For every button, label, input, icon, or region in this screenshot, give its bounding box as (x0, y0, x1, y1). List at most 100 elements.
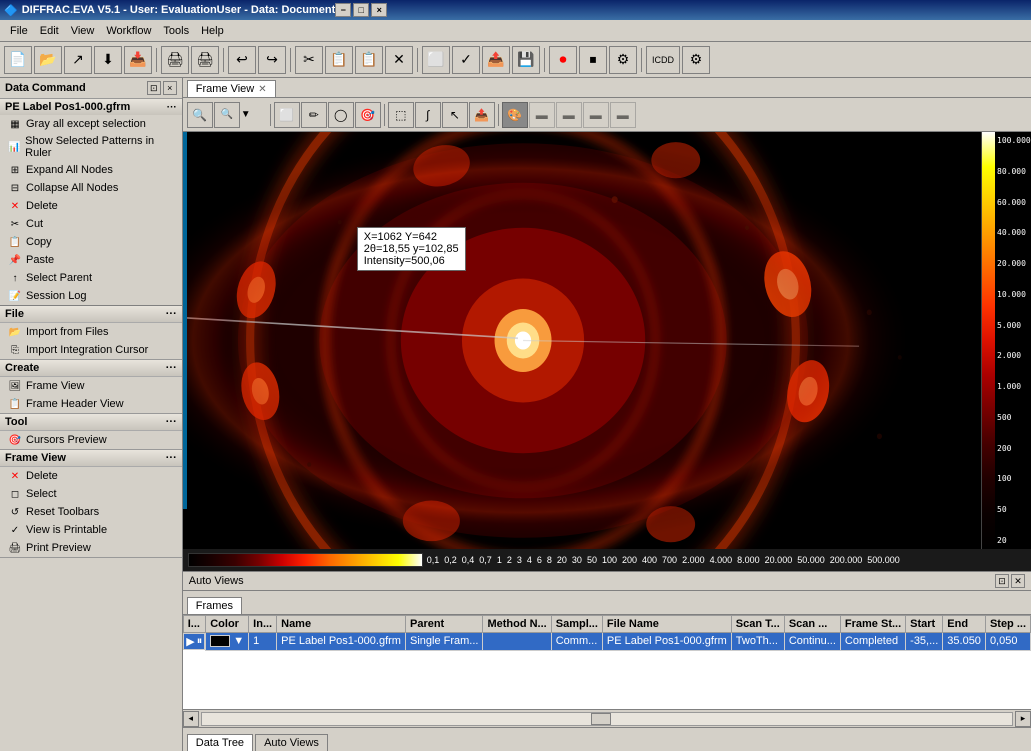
auto-views-tab[interactable]: Auto Views (255, 734, 328, 751)
create-more-btn[interactable]: ··· (166, 362, 177, 374)
menu-item-copy[interactable]: 📋 Copy (0, 233, 182, 251)
ftb-rect-select[interactable]: ⬚ (388, 102, 414, 128)
col-name[interactable]: Name (277, 616, 406, 633)
col-i[interactable]: I... (183, 616, 205, 633)
menu-item-import-cursor[interactable]: ⎘ Import Integration Cursor (0, 341, 182, 359)
scroll-thumb[interactable] (591, 713, 611, 725)
frame-view-tab[interactable]: Frame View ✕ (187, 80, 276, 97)
col-parent[interactable]: Parent (405, 616, 482, 633)
ftb-integrate[interactable]: ∫ (415, 102, 441, 128)
menu-item-session-log[interactable]: 📝 Session Log (0, 287, 182, 305)
menu-item-select-parent[interactable]: ↑ Select Parent (0, 269, 182, 287)
ftb-zoom-out[interactable]: 🔍 (214, 102, 240, 128)
data-tree-tab[interactable]: Data Tree (187, 734, 253, 751)
minimize-button[interactable]: − (335, 3, 351, 17)
menu-edit[interactable]: Edit (34, 23, 65, 39)
menu-item-import-files[interactable]: 📂 Import from Files (0, 323, 182, 341)
ftb-bar2[interactable]: ▬ (556, 102, 582, 128)
color-dropdown-btn[interactable]: ▼ (233, 635, 244, 647)
tb-settings[interactable]: ⚙ (609, 46, 637, 74)
ftb-pencil[interactable]: ✏ (301, 102, 327, 128)
menu-workflow[interactable]: Workflow (100, 23, 157, 39)
table-row[interactable]: ▶ ⏸ ▼ 1 PE Label Pos1-000.gfrm (183, 633, 1030, 651)
tb-import[interactable]: 📥 (124, 46, 152, 74)
play-btn[interactable]: ▶ (186, 635, 194, 648)
pe-label-more-btn[interactable]: ··· (167, 102, 177, 113)
menu-item-fv-print-preview[interactable]: 🖨 Print Preview (0, 539, 182, 557)
diff-canvas-container[interactable]: X=1062 Y=642 2θ=18,55 y=102,85 Intensity… (187, 132, 981, 549)
tb-save[interactable]: 💾 (512, 46, 540, 74)
menu-item-expand[interactable]: ⊞ Expand All Nodes (0, 161, 182, 179)
menu-item-paste[interactable]: 📌 Paste (0, 251, 182, 269)
ftb-bar4[interactable]: ▬ (610, 102, 636, 128)
ftb-dropdown[interactable]: ▼ (241, 102, 267, 128)
tb-btn3[interactable]: ↗ (64, 46, 92, 74)
ftb-circle[interactable]: ◯ (328, 102, 354, 128)
menu-item-frame-view[interactable]: 🖼 Frame View (0, 377, 182, 395)
frames-tab[interactable]: Frames (187, 597, 242, 614)
frames-table-container[interactable]: I... Color In... Name Parent Method N...… (183, 615, 1031, 709)
scroll-track[interactable] (201, 712, 1013, 726)
col-scant[interactable]: Scan T... (731, 616, 784, 633)
menu-item-cut[interactable]: ✂ Cut (0, 215, 182, 233)
ftb-target[interactable]: 🎯 (355, 102, 381, 128)
ftb-export2[interactable]: 📤 (469, 102, 495, 128)
menu-file[interactable]: File (4, 23, 34, 39)
menu-item-collapse[interactable]: ⊟ Collapse All Nodes (0, 179, 182, 197)
tb-frame[interactable]: ⬜ (422, 46, 450, 74)
tb-cut[interactable]: ✂ (295, 46, 323, 74)
menu-item-cursors[interactable]: 🎯 Cursors Preview (0, 431, 182, 449)
col-scan[interactable]: Scan ... (784, 616, 840, 633)
tb-check[interactable]: ✓ (452, 46, 480, 74)
restore-button[interactable]: ⊡ (147, 81, 161, 95)
auto-views-restore[interactable]: ⊡ (995, 574, 1009, 588)
col-framest[interactable]: Frame St... (840, 616, 905, 633)
tb-redo[interactable]: ↪ (258, 46, 286, 74)
menu-view[interactable]: View (65, 23, 101, 39)
tb-print[interactable]: 🖨 (161, 46, 189, 74)
col-color[interactable]: Color (206, 616, 249, 633)
tb-icdd[interactable]: ICDD (646, 46, 680, 74)
tb-open[interactable]: 📂 (34, 46, 62, 74)
menu-item-fv-select[interactable]: ◻ Select (0, 485, 182, 503)
ftb-bar3[interactable]: ▬ (583, 102, 609, 128)
close-panel-button[interactable]: × (163, 81, 177, 95)
col-filename[interactable]: File Name (602, 616, 731, 633)
scroll-right-btn[interactable]: ▸ (1015, 711, 1031, 727)
tb-undo[interactable]: ↩ (228, 46, 256, 74)
tb-record[interactable]: ⏺ (549, 46, 577, 74)
tb-export[interactable]: 📤 (482, 46, 510, 74)
menu-tools[interactable]: Tools (157, 23, 195, 39)
close-button[interactable]: × (371, 3, 387, 17)
menu-item-gray[interactable]: ▦ Gray all except selection (0, 115, 182, 133)
tb-stop[interactable]: ⏹ (579, 46, 607, 74)
tb-print2[interactable]: 🖨 (191, 46, 219, 74)
tb-download[interactable]: ⬇ (94, 46, 122, 74)
tb-gear[interactable]: ⚙ (682, 46, 710, 74)
ftb-zoom-in[interactable]: 🔍 (187, 102, 213, 128)
menu-item-fv-reset[interactable]: ↺ Reset Toolbars (0, 503, 182, 521)
col-method[interactable]: Method N... (483, 616, 551, 633)
ftb-cursor[interactable]: ↖ (442, 102, 468, 128)
auto-views-close[interactable]: ✕ (1011, 574, 1025, 588)
ftb-bar1[interactable]: ▬ (529, 102, 555, 128)
tab-close-btn[interactable]: ✕ (258, 84, 266, 95)
menu-item-show-ruler[interactable]: 📊 Show Selected Patterns in Ruler (0, 133, 182, 161)
ftb-select[interactable]: ⬜ (274, 102, 300, 128)
col-start[interactable]: Start (906, 616, 943, 633)
tb-copy1[interactable]: 📋 (325, 46, 353, 74)
tool-more-btn[interactable]: ··· (166, 416, 177, 428)
tb-delete[interactable]: ✕ (385, 46, 413, 74)
file-more-btn[interactable]: ··· (166, 308, 177, 320)
menu-help[interactable]: Help (195, 23, 230, 39)
maximize-button[interactable]: □ (353, 3, 369, 17)
tb-copy2[interactable]: 📋 (355, 46, 383, 74)
menu-item-fv-printable[interactable]: ✓ View is Printable (0, 521, 182, 539)
ftb-color[interactable]: 🎨 (502, 102, 528, 128)
menu-item-fv-delete[interactable]: ✕ Delete (0, 467, 182, 485)
menu-item-frame-header[interactable]: 📋 Frame Header View (0, 395, 182, 413)
frame-view-more-btn[interactable]: ··· (166, 452, 177, 464)
menu-item-delete[interactable]: ✕ Delete (0, 197, 182, 215)
scroll-left-btn[interactable]: ◂ (183, 711, 199, 727)
col-step[interactable]: Step ... (985, 616, 1030, 633)
